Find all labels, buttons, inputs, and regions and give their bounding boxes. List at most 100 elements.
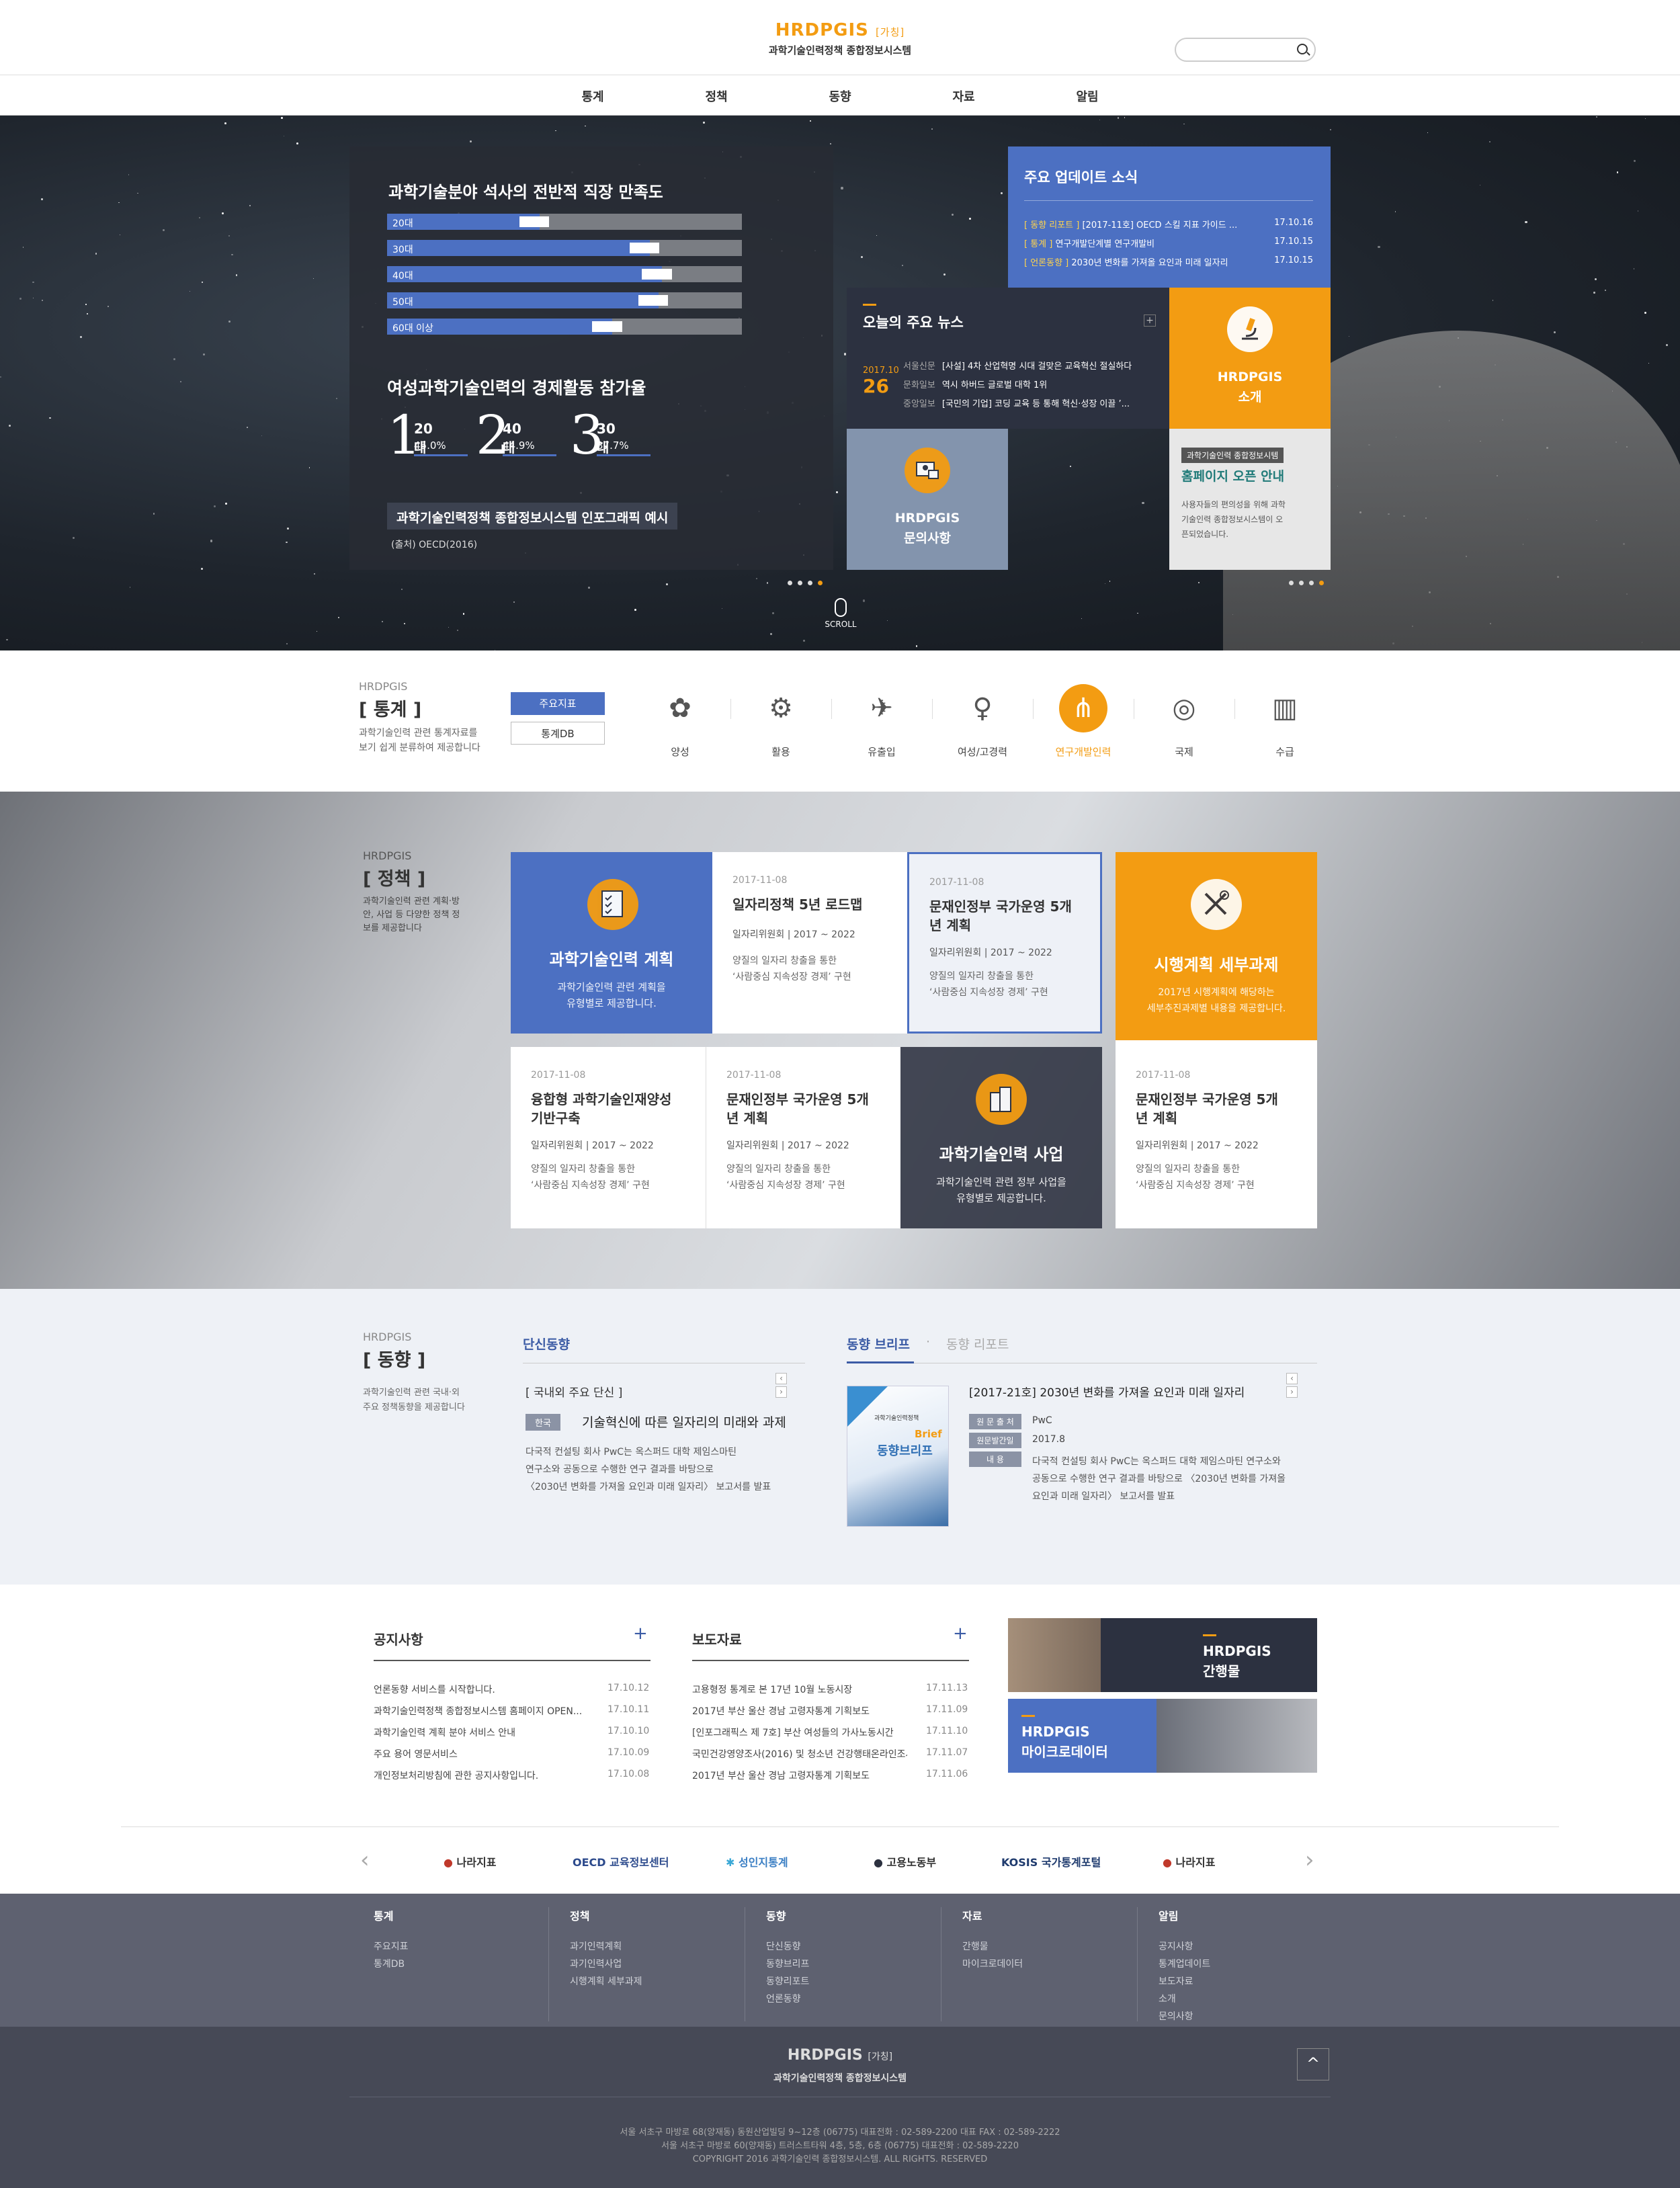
board-item[interactable]: 과학기술인력정책 종합정보시스템 홈페이지 OPEN... — [374, 1704, 589, 1718]
board-item[interactable]: 국민건강영양조사(2016) 및 청소년 건강행태온라인조사... — [692, 1747, 907, 1761]
slider-dot[interactable] — [798, 581, 802, 585]
stats-category[interactable]: ⚙ 활용 — [741, 684, 821, 759]
next-arrow-icon[interactable]: › — [775, 1386, 787, 1398]
publications-banner[interactable]: HRDPGIS 간행물 — [1008, 1618, 1317, 1692]
partner-logo-moel[interactable]: ● 고용노동부 — [874, 1853, 936, 1869]
prev-arrow-icon[interactable]: ‹ — [1286, 1373, 1298, 1384]
sitemap-link[interactable]: 보도자료 — [1159, 1973, 1320, 1990]
policy-biz-tile[interactable]: 과학기술인력 사업 과학기술인력 관련 정부 사업을 유형별로 제공합니다. — [900, 1047, 1102, 1228]
search-input[interactable] — [1185, 43, 1293, 56]
microdata-banner[interactable]: HRDPGIS 마이크로데이터 — [1008, 1699, 1317, 1773]
sitemap-link[interactable]: 소개 — [1159, 1990, 1320, 2008]
slider-dot[interactable] — [1319, 581, 1324, 585]
hero-slider-dots[interactable] — [788, 575, 828, 585]
slider-dot[interactable] — [1309, 581, 1314, 585]
press-board-title[interactable]: 보도자료 — [692, 1629, 742, 1648]
board-item[interactable]: 언론동향 서비스를 시작합니다. — [374, 1683, 589, 1696]
slider-dot[interactable] — [1299, 581, 1304, 585]
sitemap-link[interactable]: 주요지표 — [374, 1938, 535, 1955]
notice-board-title[interactable]: 공지사항 — [374, 1629, 423, 1648]
news-item[interactable]: 중앙일보 [국민의 기업] 코딩 교육 등 통해 혁신·성장 이끌 ’... — [903, 396, 1159, 409]
sitemap-heading[interactable]: 통계 — [374, 1907, 535, 1923]
tile-slider-dots[interactable] — [1289, 575, 1329, 585]
news-item[interactable]: 문화일보 역시 하버드 글로벌 대학 1위 — [903, 378, 1159, 390]
stats-db-button[interactable]: 통계DB — [511, 722, 605, 745]
policy-card-hover[interactable]: 2017-11-08 문재인정부 국가운영 5개년 계획 일자리위원회 | 20… — [907, 852, 1102, 1034]
slider-dot[interactable] — [808, 581, 812, 585]
report-title[interactable]: [2017-21호] 2030년 변화를 가져올 요인과 미래 일자리 — [969, 1383, 1245, 1400]
search-icon[interactable] — [1297, 44, 1308, 54]
policy-exec-tile[interactable]: 시행계획 세부과제 2017년 시행계획에 해당하는 세부추진과제별 내용을 제공… — [1116, 852, 1317, 1040]
scroll-indicator[interactable]: SCROLL — [824, 598, 857, 629]
homepage-open-notice[interactable]: 과학기술인력 종합정보시템 홈페이지 오픈 안내 사용자들의 편의성을 위해 과… — [1169, 429, 1331, 570]
pause-icon[interactable] — [1289, 581, 1294, 585]
sitemap-link[interactable]: 과기인력계획 — [570, 1938, 731, 1955]
tab-trend-brief[interactable]: 동향 브리프 — [847, 1335, 910, 1353]
pause-icon[interactable] — [788, 581, 792, 585]
stats-category[interactable]: ⋔ 연구개발인력 — [1043, 684, 1124, 759]
news-more-button[interactable]: + — [1144, 314, 1156, 327]
policy-card[interactable]: 2017-11-08 융합형 과학기술인재양성 기반구축 일자리위원회 | 20… — [511, 1047, 706, 1228]
press-more-button[interactable]: + — [953, 1624, 968, 1644]
board-item[interactable]: 2017년 부산 울산 경남 고령자통계 기획보도 — [692, 1769, 907, 1782]
nav-item-trends[interactable]: 동향 — [800, 87, 880, 105]
board-item[interactable]: 개인정보처리방침에 관한 공지사항입니다. — [374, 1769, 589, 1782]
policy-card[interactable]: 2017-11-08 문재인정부 국가운영 5개년 계획 일자리위원회 | 20… — [706, 1047, 900, 1228]
sitemap-link[interactable]: 마이크로데이터 — [962, 1955, 1124, 1973]
sitemap-link[interactable]: 동향리포트 — [766, 1973, 927, 1990]
tab-brief-news[interactable]: 단신동향 — [523, 1335, 570, 1353]
sitemap-link[interactable]: 공지사항 — [1159, 1938, 1320, 1955]
news-item[interactable]: 서울신문 [사설] 4차 산업혁명 시대 걸맞은 교육혁신 절실하다 — [903, 359, 1159, 372]
policy-card[interactable]: 2017-11-08 문재인정부 국가운영 5개년 계획 일자리위원회 | 20… — [1116, 1040, 1317, 1228]
board-item[interactable]: [인포그래픽스 제 7호] 부산 여성들의 가사노동시간 — [692, 1726, 907, 1739]
policy-plan-tile[interactable]: 과학기술인력 계획 과학기술인력 관련 계획을 유형별로 제공합니다. — [511, 852, 712, 1034]
tab-trend-report[interactable]: 동향 리포트 — [946, 1335, 1009, 1353]
prev-arrow-icon[interactable]: ‹ — [775, 1373, 787, 1384]
key-indicators-button[interactable]: 주요지표 — [511, 692, 605, 715]
update-item[interactable]: [ 통계 ] 연구개발단계별 연구개발비 17.10.15 — [1024, 237, 1313, 249]
brief-title[interactable]: 기술혁신에 따른 일자리의 미래와 과제 — [582, 1413, 786, 1431]
stats-category[interactable]: ▥ 수급 — [1245, 684, 1325, 759]
sitemap-link[interactable]: 동향브리프 — [766, 1955, 927, 1973]
sitemap-link[interactable]: 단신동향 — [766, 1938, 927, 1955]
sitemap-heading[interactable]: 자료 — [962, 1907, 1124, 1923]
stats-category[interactable]: ♀ 여성/고경력 — [942, 684, 1023, 759]
partner-logo-kosis[interactable]: KOSIS 국가통계포털 — [1001, 1853, 1101, 1869]
sitemap-link[interactable]: 과기인력사업 — [570, 1955, 731, 1973]
sitemap-link[interactable]: 통계업데이트 — [1159, 1955, 1320, 1973]
partner-logo-oecd[interactable]: OECD 교육정보센터 — [573, 1853, 669, 1869]
update-item[interactable]: [ 동향 리포트 ] [2017-11호] OECD 스킬 지표 가이드 ...… — [1024, 218, 1313, 230]
partner-logo-nara[interactable]: ● 나라지표 — [444, 1853, 496, 1869]
stats-category[interactable]: ◎ 국제 — [1144, 684, 1224, 759]
sitemap-heading[interactable]: 정책 — [570, 1907, 731, 1923]
board-item[interactable]: 주요 용어 영문서비스 — [374, 1747, 589, 1761]
sitemap-link[interactable]: 문의사항 — [1159, 2008, 1320, 2025]
nav-item-materials[interactable]: 자료 — [923, 87, 1004, 105]
board-item[interactable]: 고용형정 통계로 본 17년 10월 노동시장 — [692, 1683, 907, 1696]
prev-arrow-icon[interactable]: ‹ — [360, 1847, 370, 1874]
stats-category[interactable]: ✿ 양성 — [640, 684, 720, 759]
board-item[interactable]: 과학기술인력 계획 분야 서비스 안내 — [374, 1726, 589, 1739]
site-logo[interactable]: HRDPGIS [가칭] 과학기술인력정책 종합정보시스템 — [766, 20, 914, 57]
inquiry-tile[interactable]: HRDPGIS 문의사항 — [847, 429, 1008, 570]
update-item[interactable]: [ 언론동향 ] 2030년 변화를 가져올 요인과 미래 일자리 17.10.1… — [1024, 255, 1313, 268]
sitemap-link[interactable]: 간행물 — [962, 1938, 1124, 1955]
slider-dot[interactable] — [818, 581, 823, 585]
partner-logo-nara[interactable]: ● 나라지표 — [1163, 1853, 1215, 1869]
intro-tile[interactable]: HRDPGIS 소개 — [1169, 288, 1331, 429]
sitemap-heading[interactable]: 알림 — [1159, 1907, 1320, 1923]
board-item[interactable]: 2017년 부산 울산 경남 고령자통계 기획보도 — [692, 1704, 907, 1718]
notice-more-button[interactable]: + — [633, 1624, 648, 1644]
next-arrow-icon[interactable]: › — [1286, 1386, 1298, 1398]
sitemap-link[interactable]: 언론동향 — [766, 1990, 927, 2008]
sitemap-link[interactable]: 통계DB — [374, 1955, 535, 1973]
sitemap-heading[interactable]: 동향 — [766, 1907, 927, 1923]
sitemap-link[interactable]: 시행계획 세부과제 — [570, 1973, 731, 1990]
next-arrow-icon[interactable]: › — [1305, 1847, 1314, 1874]
back-to-top-button[interactable]: ^ — [1297, 2048, 1329, 2080]
brief-cover-image[interactable]: 과학기술인력정책 Brief 동향브리프 — [847, 1386, 949, 1527]
partner-logo-gender[interactable]: ✱ 성인지통계 — [726, 1853, 788, 1869]
nav-item-policy[interactable]: 정책 — [676, 87, 757, 105]
policy-card[interactable]: 2017-11-08 일자리정책 5년 로드맵 일자리위원회 | 2017 ~ … — [712, 852, 907, 1034]
stats-category[interactable]: ✈ 유출입 — [841, 684, 922, 759]
